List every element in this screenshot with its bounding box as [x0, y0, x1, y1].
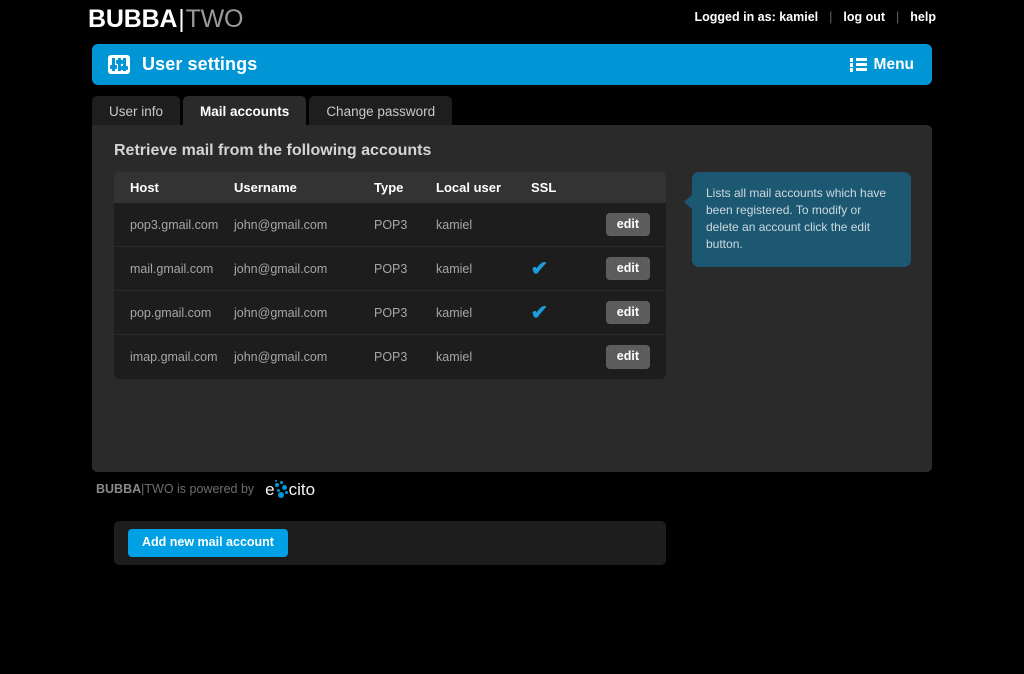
footer-logo-primary: BUBBA	[96, 482, 142, 496]
cell-type: POP3	[374, 217, 408, 232]
ssl-check-icon: ✔	[530, 257, 549, 280]
table-row: mail.gmail.com john@gmail.com POP3 kamie…	[114, 247, 666, 291]
page-header-bar: User settings Menu	[92, 44, 932, 85]
add-new-mail-account-button[interactable]: Add new mail account	[128, 529, 288, 557]
footer-powered-text: TWO is powered by	[144, 482, 255, 496]
menu-button[interactable]: Menu	[849, 55, 914, 74]
list-menu-icon	[849, 58, 867, 72]
cell-type: POP3	[374, 305, 408, 320]
cell-local-user: kamiel	[436, 217, 473, 232]
mail-accounts-table: Host Username Type Local user SSL pop3.g…	[114, 172, 666, 379]
column-header-ssl: SSL	[531, 180, 557, 195]
app-root: BUBBA|TWO Logged in as: kamiel | log out…	[0, 0, 1024, 674]
help-tooltip: Lists all mail accounts which have been …	[684, 172, 911, 267]
cell-type: POP3	[374, 350, 408, 364]
cell-username: john@gmail.com	[234, 217, 328, 232]
cell-username: john@gmail.com	[234, 261, 328, 276]
menu-button-label: Menu	[873, 55, 914, 73]
column-header-type: Type	[374, 180, 404, 195]
cell-actions: edit	[594, 300, 666, 325]
excito-dots-icon	[274, 479, 292, 499]
cell-local-user: kamiel	[436, 261, 473, 276]
table-header-row: Host Username Type Local user SSL	[114, 172, 666, 203]
site-logo[interactable]: BUBBA|TWO	[88, 6, 243, 32]
edit-button[interactable]: edit	[605, 300, 650, 325]
table-row: imap.gmail.com john@gmail.com POP3 kamie…	[114, 335, 666, 379]
cell-ssl: ✔	[531, 303, 594, 323]
cell-username: john@gmail.com	[234, 305, 328, 320]
help-link[interactable]: help	[910, 10, 936, 24]
excito-logo-text: cito	[288, 479, 316, 499]
edit-button[interactable]: edit	[605, 256, 650, 281]
page-title: User settings	[142, 54, 258, 74]
cell-local-user: kamiel	[436, 350, 473, 364]
topbar-separator-1: |	[829, 10, 833, 24]
cell-host: pop3.gmail.com	[130, 217, 219, 232]
topbar-separator-2: |	[896, 10, 900, 24]
cell-local-user: kamiel	[436, 305, 473, 320]
top-bar: BUBBA|TWO Logged in as: kamiel | log out…	[0, 0, 1024, 38]
tab-mail-accounts[interactable]: Mail accounts	[183, 96, 307, 126]
page-footer: BUBBA | TWO is powered by e cito	[96, 479, 315, 499]
sliders-icon	[108, 55, 130, 74]
cell-host: pop.gmail.com	[130, 305, 212, 320]
logo-divider: |	[178, 5, 185, 33]
column-header-local-user: Local user	[436, 180, 502, 195]
cell-ssl: ✔	[531, 259, 594, 279]
top-bar-account-area: Logged in as: kamiel | log out | help	[695, 10, 937, 24]
tab-change-password[interactable]: Change password	[309, 96, 453, 126]
excito-logo[interactable]: e cito	[265, 479, 315, 499]
tab-bar: User info Mail accounts Change password	[92, 96, 455, 126]
column-header-username: Username	[234, 180, 297, 195]
section-title: Retrieve mail from the following account…	[114, 142, 432, 159]
edit-button[interactable]: edit	[605, 345, 650, 369]
logo-secondary: TWO	[185, 5, 244, 33]
logged-in-label: Logged in as: kamiel	[694, 10, 819, 24]
edit-button[interactable]: edit	[605, 212, 650, 237]
cell-actions: edit	[594, 212, 666, 237]
table-row: pop.gmail.com john@gmail.com POP3 kamiel…	[114, 291, 666, 335]
cell-actions: edit	[594, 345, 666, 369]
column-header-host: Host	[130, 180, 159, 195]
cell-host: mail.gmail.com	[130, 261, 214, 276]
tab-user-info[interactable]: User info	[92, 96, 181, 126]
cell-host: imap.gmail.com	[130, 350, 218, 364]
table-row: pop3.gmail.com john@gmail.com POP3 kamie…	[114, 203, 666, 247]
cell-username: john@gmail.com	[234, 350, 328, 364]
table-footer-bar: Add new mail account	[114, 521, 666, 565]
cell-type: POP3	[374, 261, 408, 276]
logo-primary: BUBBA	[88, 5, 178, 33]
logout-link[interactable]: log out	[843, 10, 885, 24]
ssl-check-icon: ✔	[530, 301, 549, 324]
cell-actions: edit	[594, 256, 666, 281]
